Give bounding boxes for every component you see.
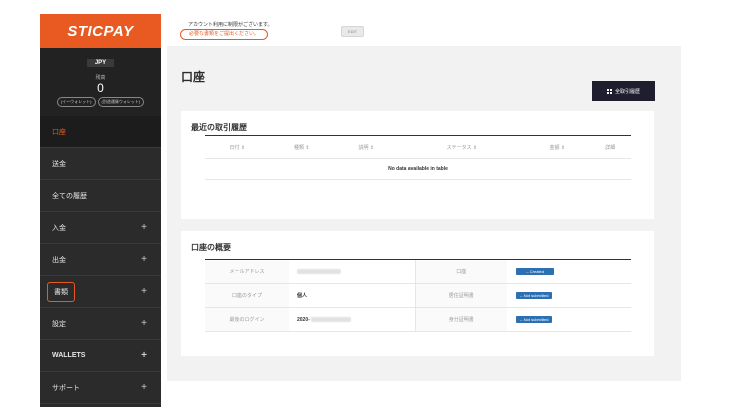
sidebar-item-label: 書類 bbox=[47, 281, 75, 302]
status-badge: -- Not submitted bbox=[516, 292, 553, 299]
expand-plus-icon[interactable]: + bbox=[141, 222, 147, 233]
account-overview-table: メールアドレス 口座 -- Created 口座のタイプ 個人 居住証明書 --… bbox=[205, 259, 631, 332]
recent-transactions-card: 最近の取引履歴 日付 ⇕ 種類 ⇕ 説明 ⇕ ステータス ⇕ 金額 ⇕ 詳細 N… bbox=[181, 111, 654, 219]
account-key: 口座 bbox=[414, 259, 507, 284]
redacted-value bbox=[310, 316, 351, 322]
main-content: 口座 全取引履歴 最近の取引履歴 日付 ⇕ 種類 ⇕ 説明 ⇕ ステータス ⇕ … bbox=[167, 46, 681, 381]
account-type-value: 個人 bbox=[289, 283, 415, 308]
other-currency-wallet-button[interactable]: (別途通貨ウォレット) bbox=[97, 97, 145, 107]
sidebar-item-settings[interactable]: 設定 + bbox=[40, 308, 161, 340]
sidebar: STICPAY JPY 残高 0 (イーウォレット) (別途通貨ウォレット) 口… bbox=[40, 14, 161, 407]
table-row: メールアドレス 口座 -- Created bbox=[205, 259, 631, 284]
last-login-value: 2020- bbox=[289, 307, 415, 332]
balance-panel: JPY 残高 0 (イーウォレット) (別途通貨ウォレット) bbox=[40, 48, 161, 116]
expand-plus-icon[interactable]: + bbox=[141, 286, 147, 297]
sidebar-item-label: 入金 bbox=[52, 224, 66, 232]
proof-of-address-key: 居住証明書 bbox=[414, 283, 507, 308]
currency-badge[interactable]: JPY bbox=[86, 59, 115, 67]
table-row: 口座のタイプ 個人 居住証明書 -- Not submitted bbox=[205, 283, 631, 308]
last-login-key: 最後のログイン bbox=[205, 307, 289, 332]
expand-plus-icon[interactable]: + bbox=[141, 382, 147, 393]
expand-plus-icon[interactable]: + bbox=[141, 350, 147, 361]
sidebar-item-wallets[interactable]: WALLETS + bbox=[40, 340, 161, 372]
sidebar-item-label: 出金 bbox=[52, 256, 66, 264]
empty-table-message: No data available in table bbox=[205, 158, 631, 180]
expand-plus-icon[interactable]: + bbox=[141, 318, 147, 329]
column-status[interactable]: ステータス ⇕ bbox=[398, 135, 526, 159]
sidebar-menu: 口座 送金 全ての履歴 入金 + 出金 + 書類 + 設定 + WALLETS … bbox=[40, 116, 161, 404]
expand-plus-icon[interactable]: + bbox=[141, 254, 147, 265]
sidebar-item-label: 送金 bbox=[52, 160, 66, 168]
proof-of-identity-key: 身分証明書 bbox=[414, 307, 507, 332]
sidebar-item-label: 設定 bbox=[52, 320, 66, 328]
sidebar-item-transfer[interactable]: 送金 bbox=[40, 148, 161, 180]
all-transactions-label: 全取引履歴 bbox=[614, 88, 640, 95]
sidebar-item-deposit[interactable]: 入金 + bbox=[40, 212, 161, 244]
sidebar-item-support[interactable]: サポート + bbox=[40, 372, 161, 404]
notice-text: アカウント利用に制限がございます。 bbox=[188, 22, 273, 28]
account-restriction-notice: アカウント利用に制限がございます。 必要な書類をご提出ください。 bbox=[180, 22, 273, 40]
page-title: 口座 bbox=[181, 70, 206, 84]
sidebar-item-label: サポート bbox=[52, 384, 80, 392]
balance-value: 0 bbox=[97, 81, 104, 95]
recent-transactions-title: 最近の取引履歴 bbox=[191, 123, 247, 132]
e-wallet-button[interactable]: (イーウォレット) bbox=[56, 97, 96, 107]
account-overview-title: 口座の概要 bbox=[191, 243, 231, 252]
sidebar-item-documents[interactable]: 書類 + bbox=[40, 276, 161, 308]
wallet-buttons: (イーウォレット) (別途通貨ウォレット) bbox=[40, 97, 161, 107]
sidebar-item-label: 全ての履歴 bbox=[52, 192, 87, 200]
edit-button[interactable]: EDIT bbox=[341, 26, 365, 37]
table-row: 最後のログイン 2020- 身分証明書 -- Not submitted bbox=[205, 307, 631, 332]
all-transactions-button[interactable]: 全取引履歴 bbox=[592, 81, 655, 101]
proof-of-address-status-cell: -- Not submitted bbox=[507, 283, 631, 308]
last-login-date: 2020- bbox=[297, 316, 310, 323]
column-details: 詳細 bbox=[589, 135, 631, 159]
balance-label: 残高 bbox=[95, 75, 106, 81]
sidebar-item-account[interactable]: 口座 bbox=[40, 116, 161, 148]
proof-of-identity-status-cell: -- Not submitted bbox=[507, 307, 631, 332]
column-date[interactable]: 日付 ⇕ bbox=[205, 135, 270, 159]
sidebar-item-label: 口座 bbox=[52, 128, 66, 136]
account-overview-card: 口座の概要 メールアドレス 口座 -- Created 口座のタイプ 個人 居住… bbox=[181, 231, 654, 356]
redacted-value bbox=[297, 268, 341, 274]
account-type-key: 口座のタイプ bbox=[205, 283, 289, 308]
app-root: STICPAY JPY 残高 0 (イーウォレット) (別途通貨ウォレット) 口… bbox=[0, 0, 754, 407]
column-amount[interactable]: 金額 ⇕ bbox=[525, 135, 590, 159]
sidebar-item-label: WALLETS bbox=[52, 352, 86, 359]
status-badge: -- Created bbox=[516, 268, 555, 275]
account-status-cell: -- Created bbox=[507, 259, 631, 284]
brand-logo[interactable]: STICPAY bbox=[40, 14, 161, 48]
status-badge: -- Not submitted bbox=[516, 316, 553, 323]
grid-icon bbox=[606, 88, 612, 94]
sidebar-item-withdraw[interactable]: 出金 + bbox=[40, 244, 161, 276]
notice-warning-link[interactable]: 必要な書類をご提出ください。 bbox=[180, 29, 269, 40]
email-value bbox=[289, 259, 415, 284]
column-description[interactable]: 説明 ⇕ bbox=[334, 135, 399, 159]
sidebar-item-all-history[interactable]: 全ての履歴 bbox=[40, 180, 161, 212]
column-type[interactable]: 種類 ⇕ bbox=[269, 135, 334, 159]
email-key: メールアドレス bbox=[205, 259, 289, 284]
recent-transactions-table: 日付 ⇕ 種類 ⇕ 説明 ⇕ ステータス ⇕ 金額 ⇕ 詳細 No data a… bbox=[205, 135, 631, 180]
